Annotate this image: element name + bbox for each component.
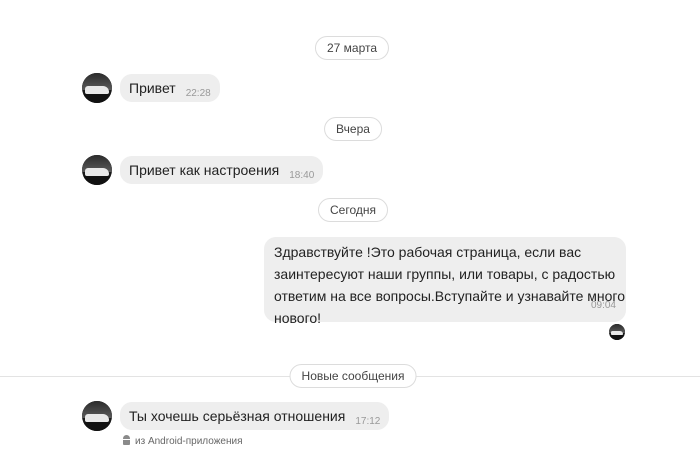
message-line: заинтересуют наши группы, или товары, с … <box>274 266 616 282</box>
message-time: 22:28 <box>185 88 211 99</box>
date-separator-yesterday: Вчера <box>324 117 382 141</box>
message-source-label: из Android-приложения <box>135 436 243 447</box>
message-bubble-incoming[interactable]: Привет как настроения 18:40 <box>120 156 324 184</box>
message-line: ответим на все вопросы.Вступайте и узнав… <box>274 288 625 304</box>
new-messages-label: Новые сообщения <box>289 364 417 388</box>
message-text: Здравствуйте !Это рабочая страница, если… <box>274 241 625 329</box>
contact-avatar[interactable] <box>82 155 112 185</box>
message-line: Здравствуйте !Это рабочая страница, если… <box>274 244 582 260</box>
message-time: 18:40 <box>289 170 315 181</box>
message-bubble-incoming[interactable]: Привет 22:28 <box>120 74 220 102</box>
message-line: нового! <box>274 310 322 326</box>
date-separator-today: Сегодня <box>318 198 388 222</box>
message-time: 09:04 <box>590 300 616 311</box>
message-time: 17:12 <box>355 416 381 427</box>
message-text: Ты хочешь серьёзная отношения <box>129 408 346 424</box>
contact-avatar[interactable] <box>82 401 112 431</box>
android-icon <box>122 435 131 445</box>
message-source: из Android-приложения <box>122 435 242 448</box>
message-text: Привет как настроения <box>129 162 280 178</box>
own-avatar[interactable] <box>609 324 625 340</box>
message-bubble-outgoing[interactable]: Здравствуйте !Это рабочая страница, если… <box>264 237 626 326</box>
message-text: Привет <box>129 80 176 96</box>
message-bubble-incoming[interactable]: Ты хочешь серьёзная отношения 17:12 <box>120 402 390 430</box>
contact-avatar[interactable] <box>82 73 112 103</box>
date-separator-march27: 27 марта <box>314 36 390 60</box>
